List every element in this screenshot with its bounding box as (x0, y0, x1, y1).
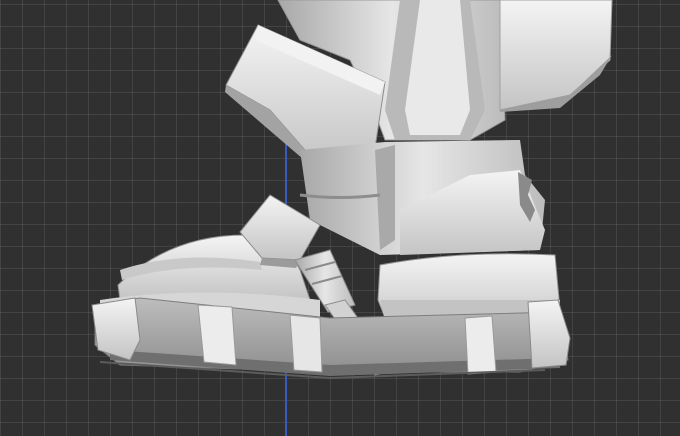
boot-model[interactable] (0, 0, 680, 436)
3d-viewport[interactable] (0, 0, 680, 436)
back-plate (499, 0, 613, 112)
ankle-section (299, 140, 545, 255)
